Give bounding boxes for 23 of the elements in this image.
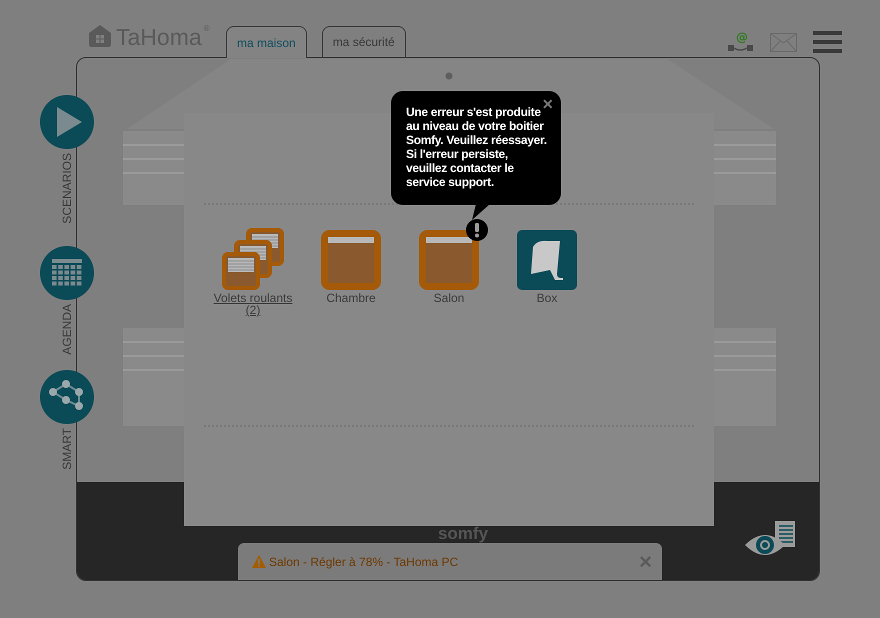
sidebar-label[interactable]: SMART (60, 428, 74, 470)
device-label: Chambre (326, 292, 376, 304)
close-button[interactable]: × (635, 550, 656, 572)
device-link[interactable]: Volets roulants (2) (214, 292, 292, 316)
device-label: Salon (434, 292, 464, 304)
shutter-icon[interactable] (419, 230, 479, 290)
tab[interactable]: ma maison (226, 26, 307, 58)
notification-text: Salon - Régler à 78% - TaHoma PC (269, 554, 458, 568)
menu-icon[interactable] (813, 31, 842, 53)
close-button[interactable]: × (542, 95, 553, 113)
network-icon[interactable] (40, 370, 94, 424)
tab[interactable]: ma sécurité (322, 26, 406, 57)
play-icon[interactable] (40, 95, 94, 149)
registered-mark: ® (204, 24, 210, 33)
sidebar-label[interactable]: AGENDA (60, 304, 74, 354)
indicator-dot (446, 72, 452, 80)
box-device-icon[interactable] (517, 230, 577, 290)
sidebar-label[interactable]: SCENARIOS (60, 153, 74, 224)
device-label: Box (536, 292, 558, 304)
warning-icon (252, 555, 266, 568)
shutters-stack-icon[interactable] (222, 228, 284, 290)
house-logo-icon (88, 24, 112, 48)
calendar-icon[interactable] (40, 246, 94, 300)
